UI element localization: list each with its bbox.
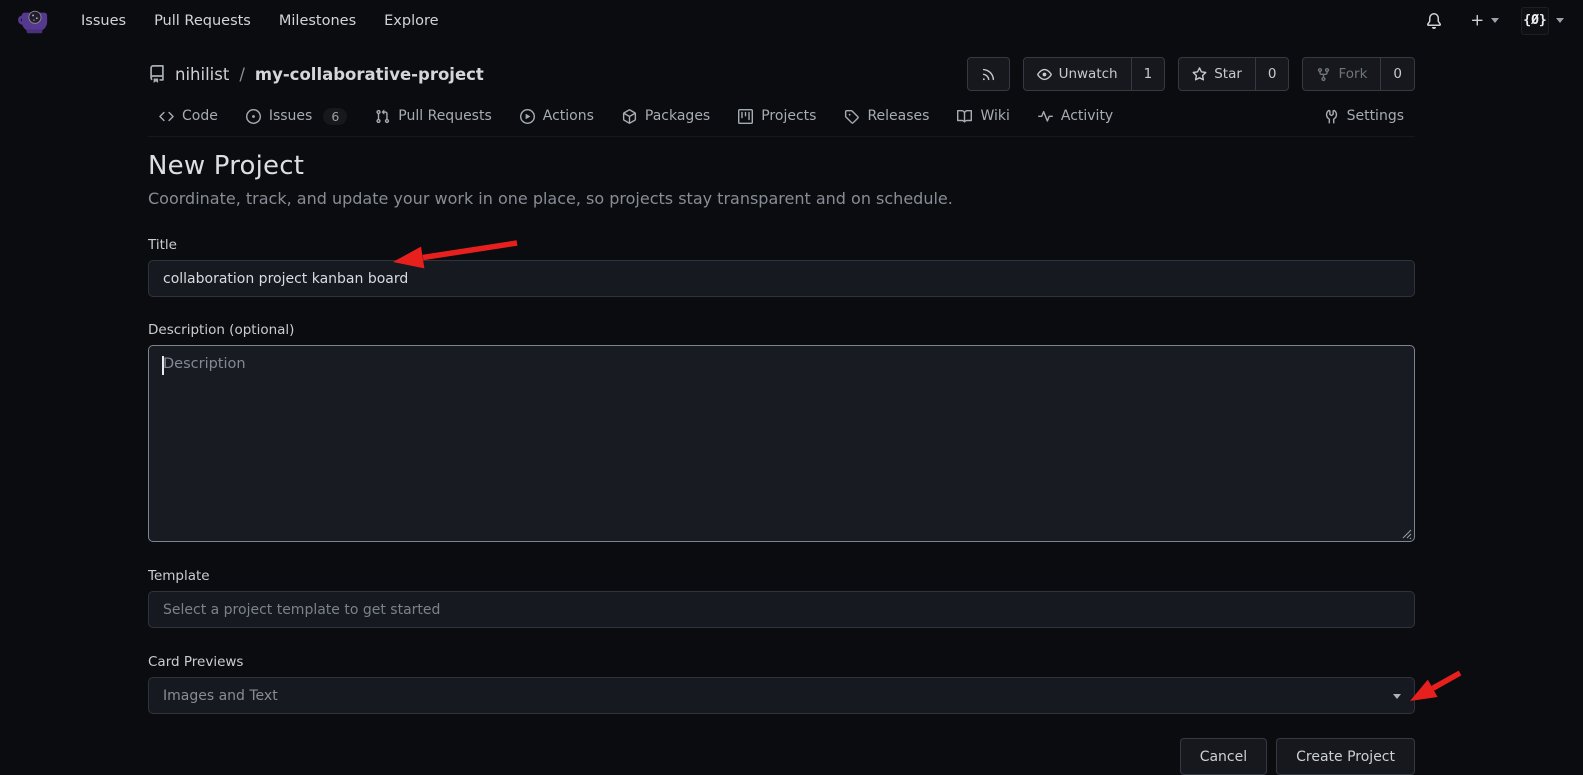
tab-projects-label: Projects xyxy=(761,108,816,124)
nav-item-pull-requests[interactable]: Pull Requests xyxy=(140,5,265,37)
package-icon xyxy=(622,109,637,124)
tab-settings[interactable]: Settings xyxy=(1313,100,1415,132)
tab-packages-label: Packages xyxy=(645,108,710,124)
bell-icon xyxy=(1426,13,1442,29)
rss-button-group xyxy=(967,57,1010,91)
fork-button[interactable]: Fork xyxy=(1303,58,1380,90)
repo-name-link[interactable]: my-collaborative-project xyxy=(255,65,484,84)
tab-releases-label: Releases xyxy=(867,108,929,124)
rss-icon xyxy=(981,67,996,82)
project-description-textarea[interactable] xyxy=(148,345,1415,542)
notifications-button[interactable] xyxy=(1418,7,1450,35)
star-button[interactable]: Star xyxy=(1179,58,1255,90)
description-textarea-wrap xyxy=(148,345,1415,542)
fork-button-group: Fork 0 xyxy=(1302,57,1415,91)
navbar-left: Issues Pull Requests Milestones Explore xyxy=(17,5,453,37)
card-previews-selected-value: Images and Text xyxy=(163,688,278,704)
plus-icon xyxy=(1470,13,1485,28)
create-new-dropdown[interactable] xyxy=(1462,7,1507,34)
rss-feed-button[interactable] xyxy=(968,58,1009,90)
tab-wiki-label: Wiki xyxy=(980,108,1009,124)
repo-icon xyxy=(148,65,166,83)
stars-count[interactable]: 0 xyxy=(1255,58,1289,90)
tab-issues[interactable]: Issues 6 xyxy=(235,100,358,133)
tab-wiki[interactable]: Wiki xyxy=(946,100,1020,132)
tab-issues-label: Issues xyxy=(269,108,313,124)
project-template-input[interactable] xyxy=(148,591,1415,628)
tab-activity-label: Activity xyxy=(1061,108,1113,124)
card-previews-select[interactable]: Images and Text xyxy=(148,677,1415,714)
fork-label: Fork xyxy=(1338,66,1367,82)
repo-owner-link[interactable]: nihilist xyxy=(175,65,229,84)
star-label: Star xyxy=(1214,66,1242,82)
fork-icon xyxy=(1316,67,1331,82)
watch-button-group: Unwatch 1 xyxy=(1023,57,1166,91)
tab-code-label: Code xyxy=(182,108,218,124)
tab-actions-label: Actions xyxy=(543,108,594,124)
cancel-button[interactable]: Cancel xyxy=(1180,738,1267,775)
repo-header: nihilist / my-collaborative-project Unwa… xyxy=(148,53,1415,95)
star-icon xyxy=(1192,67,1207,82)
description-field-label: Description (optional) xyxy=(148,322,1415,338)
tab-pull-requests[interactable]: Pull Requests xyxy=(364,100,502,132)
tab-activity[interactable]: Activity xyxy=(1027,100,1124,132)
watchers-count[interactable]: 1 xyxy=(1131,58,1165,90)
repo-action-buttons: Unwatch 1 Star 0 Fork 0 xyxy=(967,57,1415,91)
tag-icon xyxy=(844,109,859,124)
book-icon xyxy=(957,109,972,124)
repo-separator: / xyxy=(239,65,245,84)
title-field-label: Title xyxy=(148,237,1415,253)
tools-icon xyxy=(1324,109,1339,124)
nav-item-explore[interactable]: Explore xyxy=(370,5,452,37)
tab-actions[interactable]: Actions xyxy=(509,100,605,132)
repo-title: nihilist / my-collaborative-project xyxy=(148,65,484,84)
tab-projects[interactable]: Projects xyxy=(727,100,827,132)
navbar-right: {Ø} xyxy=(1418,3,1566,39)
tab-settings-label: Settings xyxy=(1347,108,1404,124)
dropdown-caret-icon xyxy=(1393,694,1401,699)
eye-icon xyxy=(1037,67,1052,82)
star-button-group: Star 0 xyxy=(1178,57,1289,91)
form-action-buttons: Cancel Create Project xyxy=(148,738,1415,775)
unwatch-label: Unwatch xyxy=(1059,66,1118,82)
template-field-label: Template xyxy=(148,568,1415,584)
top-navbar: Issues Pull Requests Milestones Explore … xyxy=(0,0,1583,41)
git-pull-request-icon xyxy=(375,109,390,124)
gitea-logo[interactable] xyxy=(17,6,51,36)
project-title-input[interactable] xyxy=(148,260,1415,297)
chevron-down-icon xyxy=(1491,18,1499,23)
project-board-icon xyxy=(738,109,753,124)
play-circle-icon xyxy=(520,109,535,124)
nav-item-issues[interactable]: Issues xyxy=(67,5,140,37)
code-icon xyxy=(159,109,174,124)
page-subtitle: Coordinate, track, and update your work … xyxy=(148,189,1415,208)
tab-releases[interactable]: Releases xyxy=(833,100,940,132)
gitea-cup-icon xyxy=(17,6,51,36)
tab-packages[interactable]: Packages xyxy=(611,100,721,132)
issue-opened-icon xyxy=(246,109,261,124)
nav-item-milestones[interactable]: Milestones xyxy=(265,5,370,37)
card-previews-field-label: Card Previews xyxy=(148,654,1415,670)
chevron-down-icon xyxy=(1556,18,1564,23)
pulse-icon xyxy=(1038,109,1053,124)
new-project-form-page: New Project Coordinate, track, and updat… xyxy=(148,151,1415,775)
page-title: New Project xyxy=(148,151,1415,181)
resize-handle-icon[interactable] xyxy=(1401,528,1412,539)
repo-tabs: Code Issues 6 Pull Requests Actions Pack… xyxy=(148,96,1415,137)
unwatch-button[interactable]: Unwatch xyxy=(1024,58,1131,90)
tab-code[interactable]: Code xyxy=(148,100,229,132)
tab-pull-requests-label: Pull Requests xyxy=(398,108,491,124)
user-avatar: {Ø} xyxy=(1521,7,1549,35)
issues-count-badge: 6 xyxy=(323,108,347,125)
forks-count[interactable]: 0 xyxy=(1380,58,1414,90)
create-project-button[interactable]: Create Project xyxy=(1276,738,1415,775)
text-cursor xyxy=(162,356,164,375)
user-menu-dropdown[interactable]: {Ø} xyxy=(1519,3,1566,39)
